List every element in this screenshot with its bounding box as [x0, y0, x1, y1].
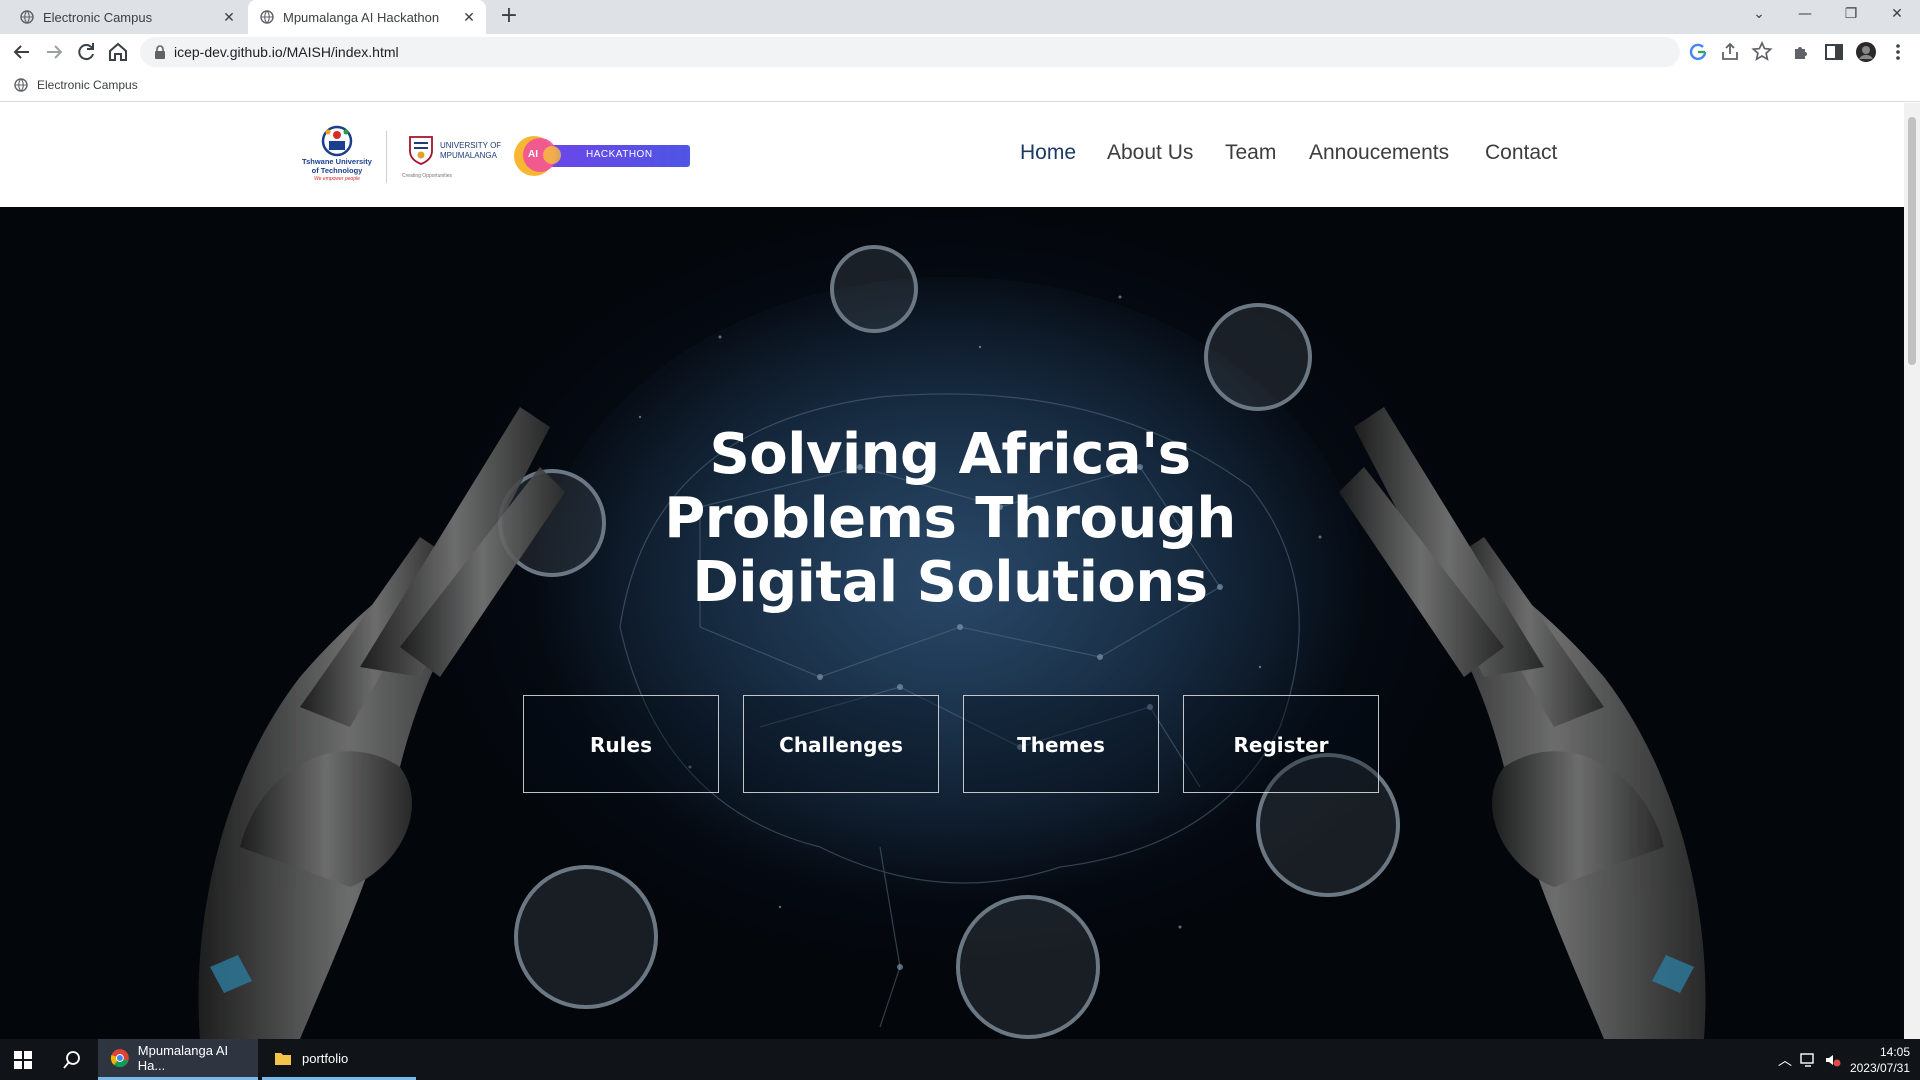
register-button[interactable]: Register: [1183, 695, 1379, 793]
close-tab-icon[interactable]: ✕: [462, 10, 476, 24]
hero-headline: Solving Africa's Problems Through Digita…: [560, 423, 1340, 615]
nav-home[interactable]: Home: [1020, 141, 1076, 165]
extensions-icon[interactable]: [1790, 40, 1814, 64]
partner-logos[interactable]: Tshwane University of Technology We empo…: [300, 121, 700, 191]
taskbar-folder-app[interactable]: portfolio: [262, 1039, 416, 1080]
menu-kebab-icon[interactable]: [1886, 40, 1910, 64]
tab-electronic-campus[interactable]: Electronic Campus ✕: [8, 0, 246, 34]
home-icon[interactable]: [106, 40, 130, 64]
themes-button[interactable]: Themes: [963, 695, 1159, 793]
globe-icon: [260, 10, 274, 24]
minimize-button[interactable]: —: [1782, 0, 1828, 30]
tab-search-icon[interactable]: ⌄: [1736, 0, 1782, 30]
taskbar-app-label: portfolio: [302, 1050, 349, 1066]
hero-section: Solving Africa's Problems Through Digita…: [0, 207, 1904, 1039]
close-window-button[interactable]: ✕: [1874, 0, 1920, 30]
system-clock[interactable]: 14:05 2023/07/31: [1850, 1044, 1910, 1076]
clock-time: 14:05: [1879, 1045, 1910, 1059]
scrollbar-thumb[interactable]: [1908, 117, 1916, 365]
browser-toolbar: icep-dev.github.io/MAISH/index.html: [0, 34, 1920, 70]
nav-announcements[interactable]: Annoucements: [1309, 141, 1449, 165]
ai-blob-icon: [514, 136, 561, 176]
lock-icon: [155, 45, 165, 59]
reload-icon[interactable]: [74, 40, 98, 64]
restore-button[interactable]: ❐: [1828, 0, 1874, 30]
site-header: Tshwane University of Technology We empo…: [0, 103, 1904, 207]
search-icon[interactable]: [62, 1050, 82, 1070]
tut-name-line1: Tshwane University: [302, 157, 372, 166]
windows-start-icon[interactable]: [14, 1051, 32, 1069]
tab-title: Electronic Campus: [43, 9, 153, 25]
globe-icon: [14, 78, 28, 92]
ump-tagline: Creating Opportunities: [402, 173, 453, 179]
google-icon[interactable]: [1686, 40, 1710, 64]
url-text: icep-dev.github.io/MAISH/index.html: [174, 44, 399, 60]
hero-background-image: [0, 207, 1904, 1039]
bookmark-electronic-campus[interactable]: Electronic Campus: [14, 78, 138, 92]
taskbar-app-label: Mpumalanga AI Ha...: [137, 1043, 229, 1073]
new-tab-button[interactable]: +: [498, 5, 520, 28]
share-icon[interactable]: [1718, 40, 1742, 64]
headline-line: Solving Africa's: [709, 422, 1191, 487]
headline-line: Digital Solutions: [692, 550, 1208, 615]
browser-tab-strip: Electronic Campus ✕ Mpumalanga AI Hackat…: [0, 0, 1920, 34]
web-page: Tshwane University of Technology We empo…: [0, 103, 1904, 1039]
address-bar[interactable]: icep-dev.github.io/MAISH/index.html: [140, 37, 1680, 67]
bookmarks-bar: Electronic Campus: [0, 70, 1920, 102]
ai-label: AI: [528, 149, 538, 160]
close-tab-icon[interactable]: ✕: [222, 10, 236, 24]
volume-muted-icon[interactable]: [1824, 1052, 1842, 1068]
folder-icon: [275, 1053, 291, 1065]
chevron-up-icon[interactable]: ︿: [1778, 1050, 1792, 1070]
taskbar-chrome-app[interactable]: Mpumalanga AI Ha...: [98, 1039, 258, 1080]
network-icon[interactable]: [1800, 1052, 1818, 1068]
profile-avatar-icon[interactable]: [1854, 40, 1878, 64]
globe-icon: [20, 10, 34, 24]
nav-contact[interactable]: Contact: [1485, 141, 1557, 165]
tab-mpumalanga-hackathon[interactable]: Mpumalanga AI Hackathon ✕: [248, 0, 486, 34]
windows-taskbar: Mpumalanga AI Ha... portfolio ︿ 14:05 20…: [0, 1039, 1920, 1080]
bookmark-label: Electronic Campus: [37, 78, 138, 92]
challenges-button[interactable]: Challenges: [743, 695, 939, 793]
tab-title: Mpumalanga AI Hackathon: [283, 9, 440, 25]
nav-team[interactable]: Team: [1225, 141, 1276, 165]
clock-date: 2023/07/31: [1849, 1061, 1910, 1075]
headline-line: Problems Through: [664, 486, 1236, 551]
nav-about-us[interactable]: About Us: [1107, 141, 1193, 165]
rules-button[interactable]: Rules: [523, 695, 719, 793]
side-panel-icon[interactable]: [1822, 40, 1846, 64]
page-scrollbar[interactable]: [1904, 103, 1920, 1039]
ump-line1: UNIVERSITY OF: [440, 141, 502, 150]
hackathon-label: HACKATHON: [586, 149, 653, 160]
tut-tagline: We empower people: [314, 176, 360, 182]
bookmark-star-icon[interactable]: [1750, 40, 1774, 64]
chrome-icon: [110, 1049, 129, 1068]
logo-divider: [386, 131, 387, 183]
ump-line2: MPUMALANGA: [440, 151, 497, 160]
tut-name-line2: of Technology: [311, 166, 363, 175]
ump-crest-icon: [409, 136, 433, 165]
forward-icon[interactable]: [42, 40, 66, 64]
back-icon[interactable]: [10, 40, 34, 64]
